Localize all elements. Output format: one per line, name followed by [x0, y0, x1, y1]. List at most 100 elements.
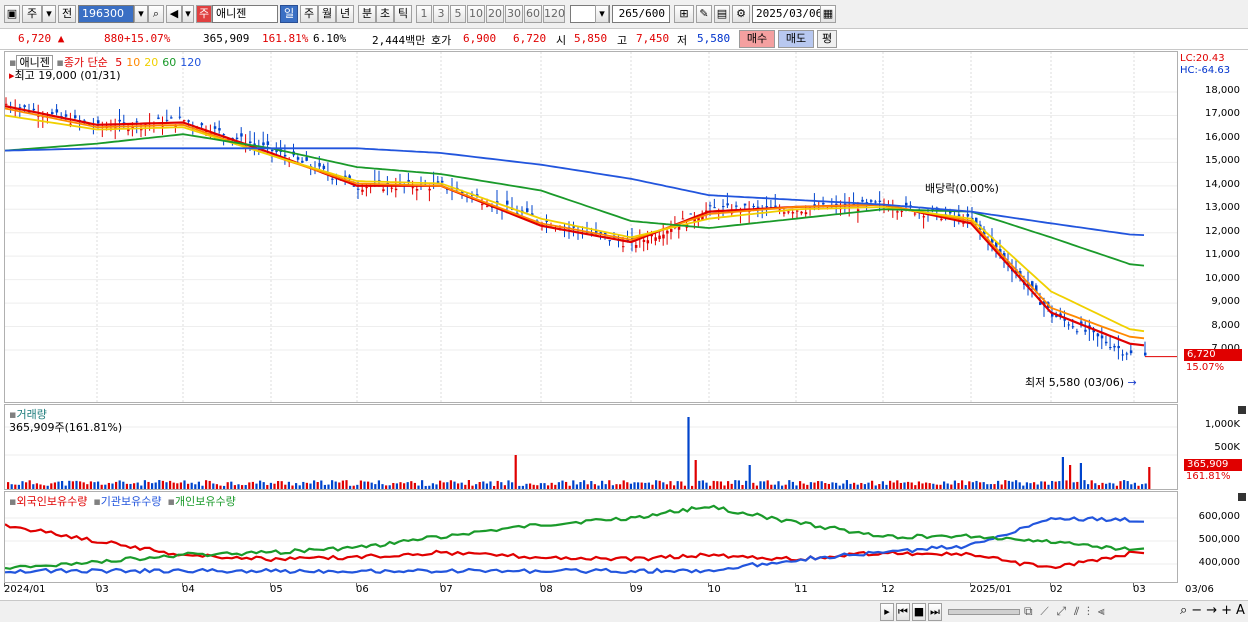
- candle-body: [262, 142, 265, 146]
- data-count-field[interactable]: 265/600: [612, 5, 670, 23]
- market-select[interactable]: 주: [22, 5, 42, 23]
- candle-body: [249, 141, 252, 144]
- date-field[interactable]: 2025/03/06: [752, 5, 822, 23]
- draw-tools-icon[interactable]: ⧉ ⟋ ⤢ ⫽ ⫶ ⫷: [1024, 604, 1107, 619]
- candle-body: [361, 189, 364, 192]
- zoom-reset-icon[interactable]: →: [1206, 603, 1221, 618]
- volume-bar: [579, 482, 582, 489]
- price-tick: 11,000: [1205, 249, 1240, 261]
- x-tick-label: 03: [96, 584, 109, 595]
- zoom-in-icon[interactable]: +: [1221, 603, 1236, 618]
- candle-body: [791, 212, 795, 214]
- interval-button[interactable]: 3: [433, 5, 449, 23]
- candle-body: [1075, 331, 1079, 333]
- stock-name-field: 애니젠: [212, 5, 278, 23]
- volume-bar: [269, 482, 272, 489]
- stock-code-input[interactable]: 196300: [78, 5, 134, 23]
- evaluate-button[interactable]: 평: [817, 30, 837, 48]
- x-tick-mark: [540, 583, 541, 587]
- fast-forward-icon[interactable]: ⏭: [928, 603, 942, 621]
- volume-bar: [125, 483, 128, 489]
- volume-bar: [359, 480, 362, 489]
- volume-bar: [241, 485, 244, 489]
- volume-pane[interactable]: ▪거래량 365,909주(161.81%): [4, 404, 1178, 490]
- price-pane[interactable]: ▪ 애니젠 ▪종가 단순 5 10 20 60 120 ▸최고 19,000 (01/31…: [4, 51, 1178, 403]
- volume-bar: [79, 481, 82, 489]
- zoom-slider[interactable]: [948, 609, 1020, 615]
- rewind-icon[interactable]: ⏮: [896, 603, 910, 621]
- window-menu-icon[interactable]: ▣: [4, 5, 20, 23]
- volume-bar: [640, 482, 643, 489]
- volume-pane-close-icon[interactable]: [1238, 406, 1246, 414]
- interval-button[interactable]: 5: [450, 5, 466, 23]
- candle-body: [481, 204, 484, 206]
- volume-bar: [705, 482, 708, 489]
- candle-body: [743, 203, 747, 206]
- volume-bar: [737, 480, 740, 489]
- speaker-dropdown-icon[interactable]: ▾: [182, 5, 194, 23]
- volume-bar: [320, 480, 323, 489]
- interval-button[interactable]: 60: [524, 5, 542, 23]
- sell-button[interactable]: 매도: [778, 30, 814, 48]
- holding-pane-close-icon[interactable]: [1238, 493, 1246, 501]
- volume-bar: [709, 485, 712, 489]
- candle-body: [722, 205, 725, 208]
- volume-bar: [493, 485, 496, 489]
- interval-button[interactable]: 30: [505, 5, 523, 23]
- zoom-out-icon[interactable]: −: [1191, 603, 1206, 618]
- volume-bar: [406, 482, 409, 489]
- holding-pane[interactable]: ▪외국인보유수량 ▪기관보유수량 ▪개인보유수량: [4, 491, 1178, 583]
- volume-bar: [903, 482, 906, 489]
- volume-bar: [104, 484, 107, 489]
- period-button[interactable]: 초: [376, 5, 394, 23]
- lowest-note-text: 최저 5,580 (03/06): [1025, 376, 1125, 389]
- volume-bar: [716, 481, 719, 489]
- price-chart[interactable]: [5, 52, 1177, 402]
- calendar-icon[interactable]: ▦: [820, 5, 836, 23]
- period-button[interactable]: 월: [318, 5, 336, 23]
- data-count-total: /600: [638, 7, 666, 20]
- volume-chart[interactable]: [5, 405, 1177, 489]
- chevron-down-icon[interactable]: ▾: [42, 5, 56, 23]
- draw-tool-icon[interactable]: ✎: [696, 5, 712, 23]
- indicator-icon[interactable]: ⊞: [674, 5, 694, 23]
- period-button[interactable]: 분: [358, 5, 376, 23]
- gear-icon[interactable]: ⚙: [732, 5, 750, 23]
- last-price-marker: 6,720: [1184, 349, 1242, 361]
- period-button[interactable]: 틱: [394, 5, 412, 23]
- period-button[interactable]: 주: [300, 5, 318, 23]
- font-size-icon[interactable]: A: [1236, 603, 1248, 618]
- price-tick: 18,000: [1205, 85, 1240, 96]
- interval-button[interactable]: 120: [543, 5, 565, 23]
- favorite-icon[interactable]: 주: [196, 5, 212, 23]
- scroll-right-icon[interactable]: ▸: [880, 603, 894, 621]
- period-button[interactable]: 년: [336, 5, 354, 23]
- save-icon[interactable]: ▤: [714, 5, 730, 23]
- volume-bar: [201, 485, 204, 489]
- volume-bar: [943, 481, 946, 489]
- interval-button[interactable]: 10: [467, 5, 485, 23]
- volume-bar: [140, 485, 143, 489]
- ask-label: 호가: [431, 34, 452, 47]
- code-dropdown-icon[interactable]: ▾: [134, 5, 148, 23]
- interval-dropdown-icon[interactable]: ▾: [595, 5, 609, 23]
- volume-bar: [237, 484, 240, 489]
- candle-body: [415, 188, 419, 191]
- candle-body: [135, 121, 139, 123]
- volume-bar: [244, 485, 247, 489]
- volume-bar: [57, 481, 60, 489]
- volume-bar: [1101, 482, 1104, 489]
- search-icon[interactable]: ⌕: [148, 5, 164, 23]
- buy-button[interactable]: 매수: [739, 30, 775, 48]
- stop-icon[interactable]: ■: [912, 603, 926, 621]
- prev-button[interactable]: 전: [58, 5, 76, 23]
- interval-button[interactable]: 20: [486, 5, 504, 23]
- zoom-controls[interactable]: ⌕−→+A: [1180, 603, 1248, 618]
- zoom-search-icon[interactable]: ⌕: [1180, 603, 1191, 618]
- speaker-icon[interactable]: ◀: [166, 5, 182, 23]
- period-button[interactable]: 일: [280, 5, 298, 23]
- volume-bar: [795, 485, 798, 489]
- data-count[interactable]: 265: [619, 7, 639, 20]
- interval-button[interactable]: 1: [416, 5, 432, 23]
- volume-bar: [853, 482, 856, 489]
